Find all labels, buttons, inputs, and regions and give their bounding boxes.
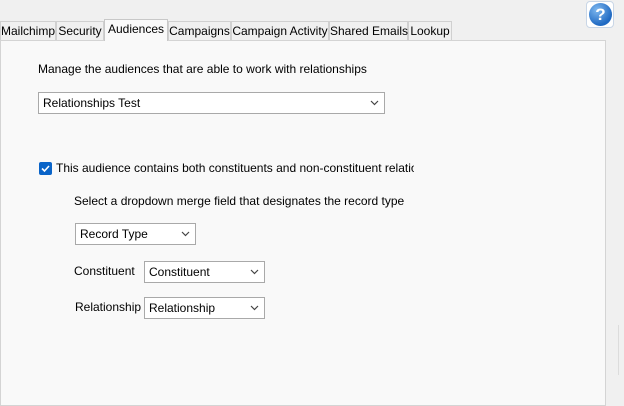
mixed-audience-label: This audience contains both constituents… (56, 161, 414, 175)
tab-campaign-activity[interactable]: Campaign Activity (231, 21, 329, 40)
merge-field-dropdown-value: Record Type (80, 227, 148, 241)
tab-security[interactable]: Security (56, 21, 104, 40)
mixed-audience-checkbox[interactable] (39, 162, 52, 175)
help-button[interactable]: ? (586, 1, 614, 28)
relationship-label: Relationship (75, 300, 142, 314)
tab-strip: Mailchimp Security Audiences Campaigns C… (0, 19, 460, 41)
merge-field-dropdown[interactable]: Record Type (75, 223, 196, 245)
tab-lookup[interactable]: Lookup (408, 21, 452, 40)
tab-mailchimp[interactable]: Mailchimp (0, 21, 56, 40)
chevron-down-icon (250, 269, 259, 275)
audience-dropdown-value: Relationships Test (43, 96, 141, 110)
audience-dropdown[interactable]: Relationships Test (38, 92, 385, 114)
relationship-dropdown[interactable]: Relationship (144, 297, 265, 319)
merge-field-instruction: Select a dropdown merge field that desig… (74, 194, 405, 208)
checkmark-icon (41, 165, 50, 173)
chevron-down-icon (181, 231, 190, 237)
constituent-dropdown-value: Constituent (149, 265, 210, 279)
help-icon: ? (589, 3, 612, 26)
constituent-label: Constituent (74, 264, 135, 278)
divider (618, 325, 619, 375)
constituent-dropdown[interactable]: Constituent (144, 261, 265, 283)
audiences-instruction: Manage the audiences that are able to wo… (38, 62, 367, 76)
chevron-down-icon (370, 100, 379, 106)
tab-shared-emails[interactable]: Shared Emails (329, 21, 408, 40)
chevron-down-icon (250, 305, 259, 311)
tab-audiences[interactable]: Audiences (104, 19, 168, 41)
relationship-dropdown-value: Relationship (149, 301, 216, 315)
audiences-panel: Manage the audiences that are able to wo… (0, 40, 606, 406)
tab-campaigns[interactable]: Campaigns (168, 21, 231, 40)
